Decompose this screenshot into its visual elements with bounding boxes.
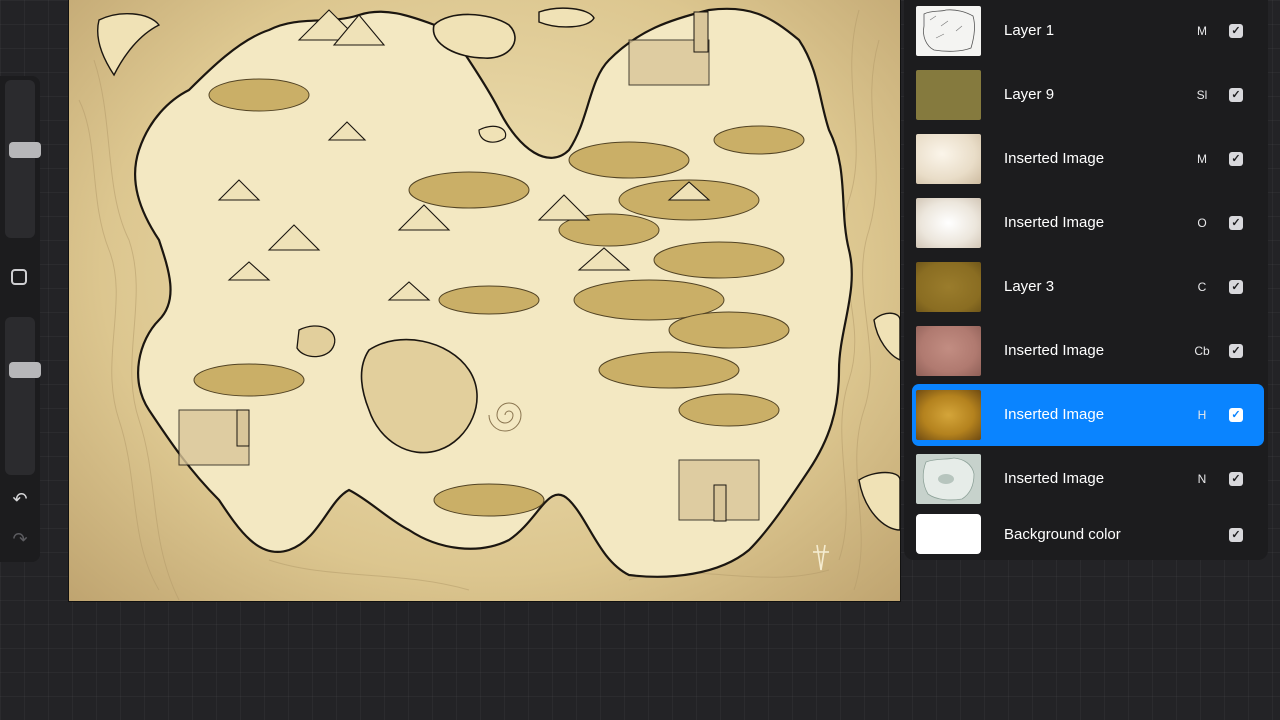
- layers-panel: Layer 1 M ✓ Layer 9 Sl ✓ Inserted Image …: [904, 0, 1268, 560]
- layer-thumbnail[interactable]: [916, 326, 981, 376]
- blend-mode-button[interactable]: Cb: [1182, 320, 1222, 382]
- visibility-checkbox[interactable]: ✓: [1229, 472, 1243, 486]
- checkmark-icon: ✓: [1231, 153, 1241, 165]
- layer-name: Inserted Image: [1004, 406, 1105, 423]
- map-lineart-thumbnail: [923, 9, 975, 52]
- visibility-checkbox[interactable]: ✓: [1229, 152, 1243, 166]
- blend-mode-button[interactable]: H: [1182, 384, 1222, 446]
- blend-mode-button[interactable]: N: [1182, 448, 1222, 510]
- layer-name: Background color: [1004, 526, 1121, 543]
- layer-row[interactable]: Layer 9 Sl ✓: [912, 64, 1264, 126]
- visibility-checkbox[interactable]: ✓: [1229, 24, 1243, 38]
- blend-mode-button[interactable]: Sl: [1182, 64, 1222, 126]
- layer-row[interactable]: Layer 3 C ✓: [912, 256, 1264, 318]
- layer-thumbnail[interactable]: [916, 198, 981, 248]
- layer-thumbnail[interactable]: [916, 70, 981, 120]
- checkmark-icon: ✓: [1231, 25, 1241, 37]
- visibility-checkbox[interactable]: ✓: [1229, 408, 1243, 422]
- map-artwork: [78, 7, 900, 601]
- checkmark-icon: ✓: [1231, 529, 1241, 541]
- layer-row[interactable]: Inserted Image N ✓: [912, 448, 1264, 510]
- checkmark-icon: ✓: [1231, 89, 1241, 101]
- blend-mode-button[interactable]: C: [1182, 256, 1222, 318]
- layer-name: Inserted Image: [1004, 470, 1105, 487]
- layer-name: Inserted Image: [1004, 150, 1105, 167]
- checkmark-icon: ✓: [1231, 409, 1241, 421]
- redo-button[interactable]: ↷: [8, 527, 32, 551]
- visibility-checkbox[interactable]: ✓: [1229, 216, 1243, 230]
- modify-button[interactable]: [11, 269, 27, 285]
- drawing-canvas[interactable]: [69, 0, 900, 601]
- brush-size-slider-thumb[interactable]: [9, 142, 41, 158]
- layer-row[interactable]: Inserted Image O ✓: [912, 192, 1264, 254]
- blend-mode-button[interactable]: M: [1182, 128, 1222, 190]
- layer-thumbnail[interactable]: [916, 390, 981, 440]
- visibility-checkbox[interactable]: ✓: [1229, 344, 1243, 358]
- checkmark-icon: ✓: [1231, 345, 1241, 357]
- brush-opacity-slider[interactable]: [5, 317, 41, 475]
- visibility-checkbox[interactable]: ✓: [1229, 88, 1243, 102]
- layer-name: Inserted Image: [1004, 214, 1105, 231]
- blend-mode-button[interactable]: M: [1182, 0, 1222, 62]
- layer-row-background[interactable]: Background color ✓: [912, 504, 1264, 556]
- layer-row[interactable]: Layer 1 M ✓: [912, 0, 1264, 62]
- layer-thumbnail[interactable]: [916, 134, 981, 184]
- layer-thumbnail[interactable]: [916, 454, 981, 504]
- layer-row[interactable]: Inserted Image Cb ✓: [912, 320, 1264, 382]
- brush-size-slider[interactable]: [5, 80, 41, 238]
- checkmark-icon: ✓: [1231, 217, 1241, 229]
- checkmark-icon: ✓: [1231, 473, 1241, 485]
- map-silhouette-thumbnail: [922, 457, 975, 501]
- undo-button[interactable]: ↶: [8, 487, 32, 511]
- undo-arrow-icon: ↶: [12, 488, 28, 509]
- layer-name: Inserted Image: [1004, 342, 1105, 359]
- visibility-checkbox[interactable]: ✓: [1229, 528, 1243, 542]
- blend-mode-button[interactable]: O: [1182, 192, 1222, 254]
- layer-name: Layer 1: [1004, 22, 1055, 39]
- visibility-checkbox[interactable]: ✓: [1229, 280, 1243, 294]
- layer-name: Layer 3: [1004, 278, 1055, 295]
- brush-opacity-slider-thumb[interactable]: [9, 362, 41, 378]
- checkmark-icon: ✓: [1231, 281, 1241, 293]
- layer-name: Layer 9: [1004, 86, 1055, 103]
- layer-thumbnail[interactable]: [916, 514, 981, 554]
- redo-arrow-icon: ↷: [12, 528, 28, 549]
- layer-thumbnail[interactable]: [916, 6, 981, 56]
- layer-row-selected[interactable]: Inserted Image H ✓: [912, 384, 1264, 446]
- layer-thumbnail[interactable]: [916, 262, 981, 312]
- layer-row[interactable]: Inserted Image M ✓: [912, 128, 1264, 190]
- brush-sidebar: ↶ ↷: [0, 76, 41, 562]
